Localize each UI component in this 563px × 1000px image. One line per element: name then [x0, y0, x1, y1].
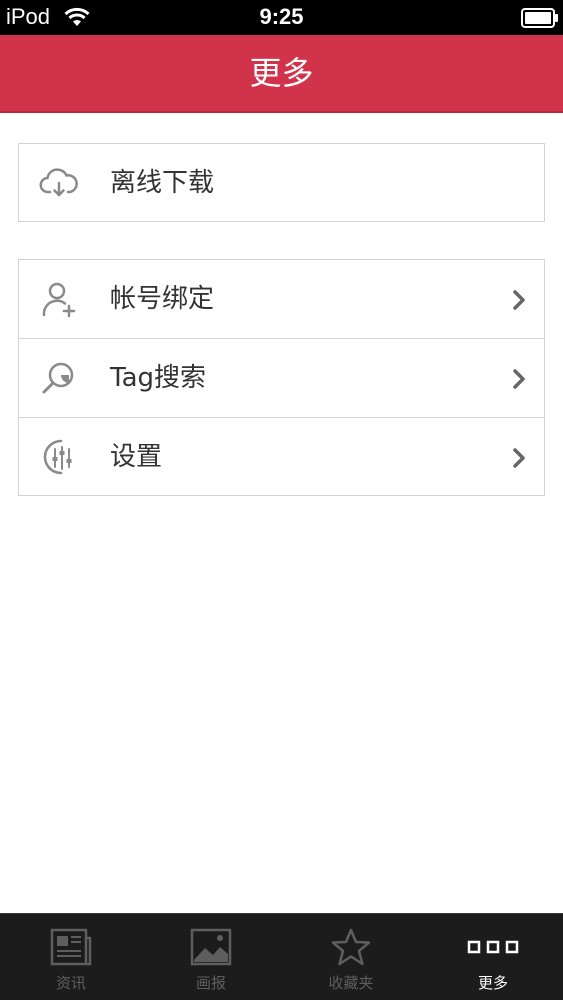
chevron-right-icon — [513, 369, 525, 389]
cloud-download-icon — [39, 168, 78, 197]
more-dots-icon — [467, 940, 519, 954]
newspaper-icon — [50, 928, 92, 966]
offline-group: 离线下载 — [18, 143, 545, 222]
battery-icon — [521, 8, 558, 28]
tab-favorites-label: 收藏夹 — [328, 974, 374, 992]
tab-pictorial[interactable]: 画报 — [141, 914, 281, 1000]
picture-icon — [190, 928, 232, 966]
account-binding-label: 帐号绑定 — [110, 284, 215, 314]
clock-time: 9:25 — [259, 4, 304, 29]
offline-download-row[interactable]: 离线下载 — [19, 144, 544, 223]
account-binding-row[interactable]: 帐号绑定 — [19, 260, 544, 339]
tag-search-label: Tag搜索 — [110, 363, 207, 393]
settings-row[interactable]: 设置 — [19, 418, 544, 495]
status-bar: iPod 9:25 — [0, 0, 563, 35]
tab-more[interactable]: 更多 — [423, 914, 563, 1000]
offline-download-label: 离线下载 — [110, 168, 215, 198]
settings-label: 设置 — [110, 442, 163, 472]
tab-pictorial-label: 画报 — [195, 974, 226, 992]
add-user-icon — [42, 282, 76, 318]
star-icon — [331, 928, 371, 966]
tab-bar: 资讯 画报 收藏夹 更多 — [0, 913, 563, 1000]
page-title: 更多 — [249, 54, 314, 92]
tag-search-icon — [42, 362, 74, 394]
tab-news[interactable]: 资讯 — [1, 914, 141, 1000]
navigation-bar: 更多 — [0, 35, 563, 113]
tab-news-label: 资讯 — [55, 974, 86, 992]
chevron-right-icon — [513, 290, 525, 310]
settings-group: 帐号绑定 Tag搜索 设置 — [18, 259, 545, 496]
tab-favorites[interactable]: 收藏夹 — [281, 914, 421, 1000]
settings-sliders-icon — [43, 439, 72, 475]
tag-search-row[interactable]: Tag搜索 — [19, 339, 544, 418]
chevron-right-icon — [513, 448, 525, 468]
tab-more-label: 更多 — [477, 974, 508, 992]
